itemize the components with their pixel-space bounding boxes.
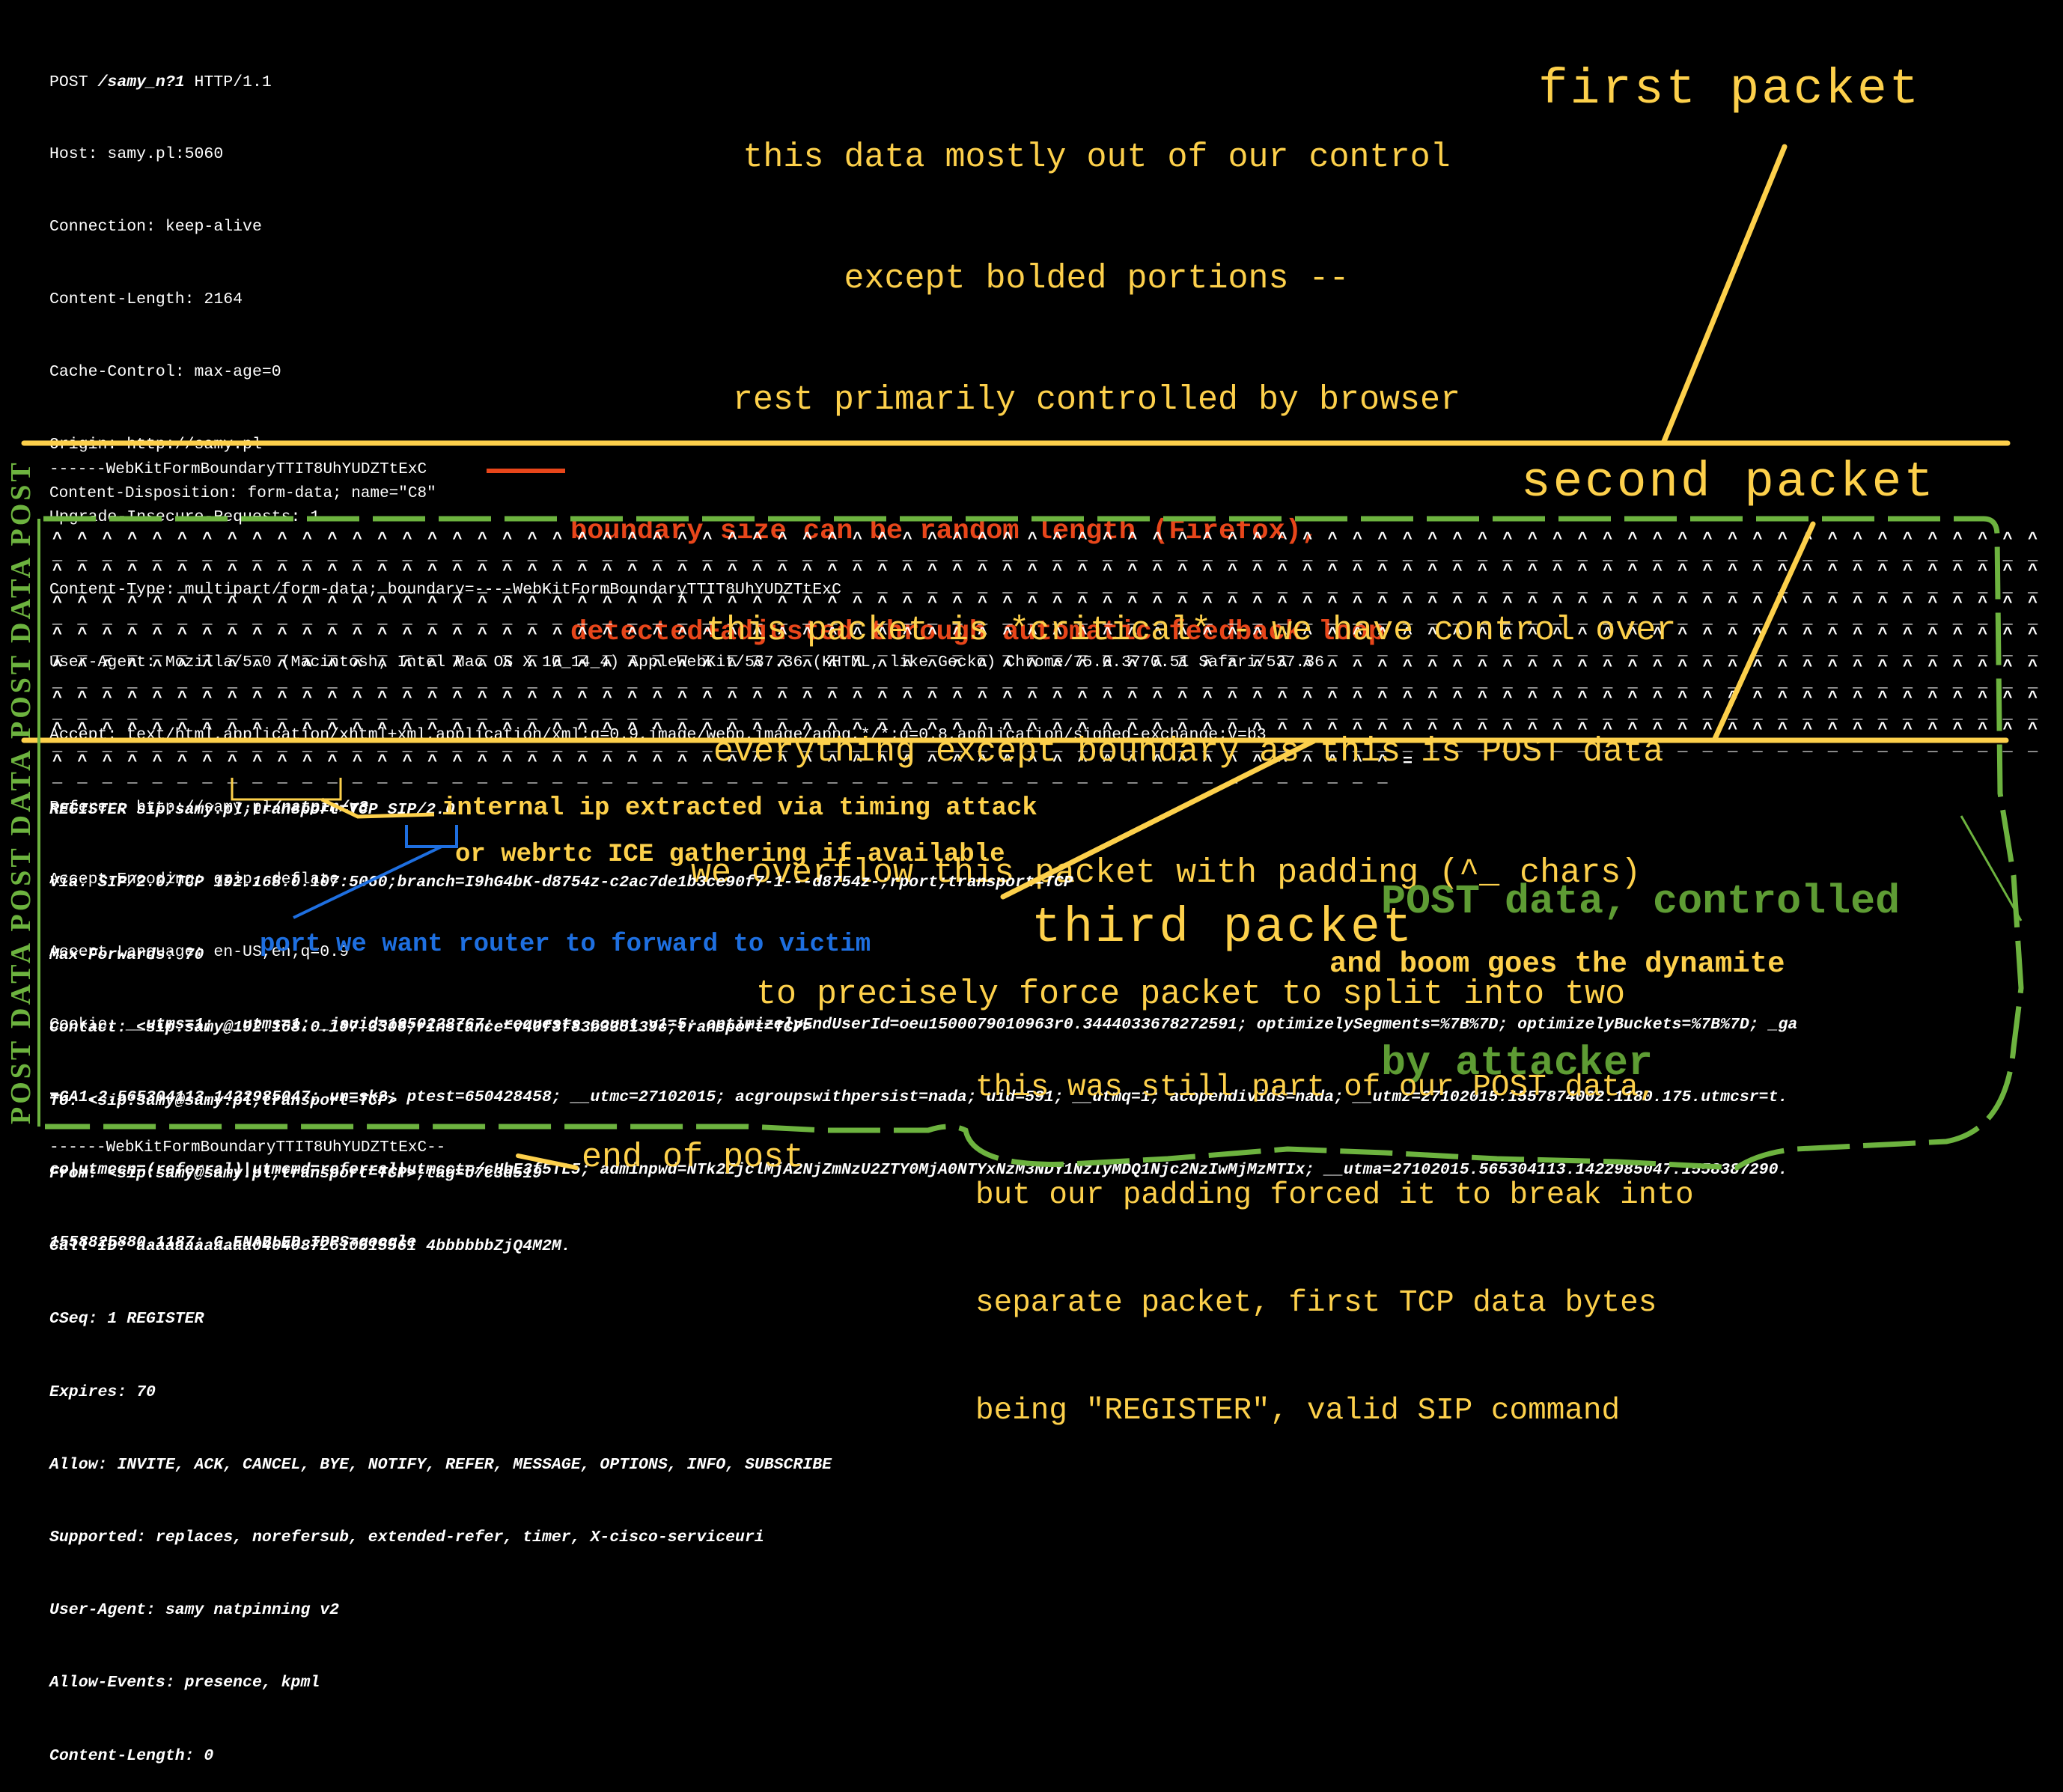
second-packet-pointer <box>1711 521 1816 743</box>
sip-line: Supported: replaces, norefersub, extende… <box>49 1529 764 1546</box>
ip-connector <box>320 797 435 819</box>
sip-line: Content-Length: 0 <box>49 1746 214 1765</box>
end-connector <box>516 1153 579 1170</box>
third-packet-pointer <box>1000 738 1317 900</box>
port-bracket <box>405 825 458 848</box>
sip-line: Expires: 70 <box>49 1383 156 1401</box>
note-line: being "REGISTER", valid SIP command <box>975 1394 1621 1428</box>
sip-line: User-Agent: samy natpinning v2 <box>49 1601 340 1620</box>
note-line: separate packet, first TCP data bytes <box>975 1286 1657 1320</box>
sip-line: Allow: INVITE, ACK, CANCEL, BYE, NOTIFY,… <box>49 1455 832 1474</box>
first-packet-pointer <box>1660 144 1788 446</box>
annotation-lines <box>21 144 2024 1171</box>
ip-bracket <box>231 778 342 801</box>
sip-line: CSeq: 1 REGISTER <box>49 1310 204 1329</box>
sip-line: Call-ID: aaaaaaaaaaaa04040872610615561 4… <box>49 1237 571 1256</box>
sip-line: Allow-Events: presence, kpml <box>49 1674 320 1692</box>
post-controlled-connector <box>1960 815 2023 921</box>
post-data-region-border <box>43 516 2024 1171</box>
note-line: but our padding forced it to break into <box>975 1178 1694 1213</box>
port-connector <box>293 845 442 919</box>
